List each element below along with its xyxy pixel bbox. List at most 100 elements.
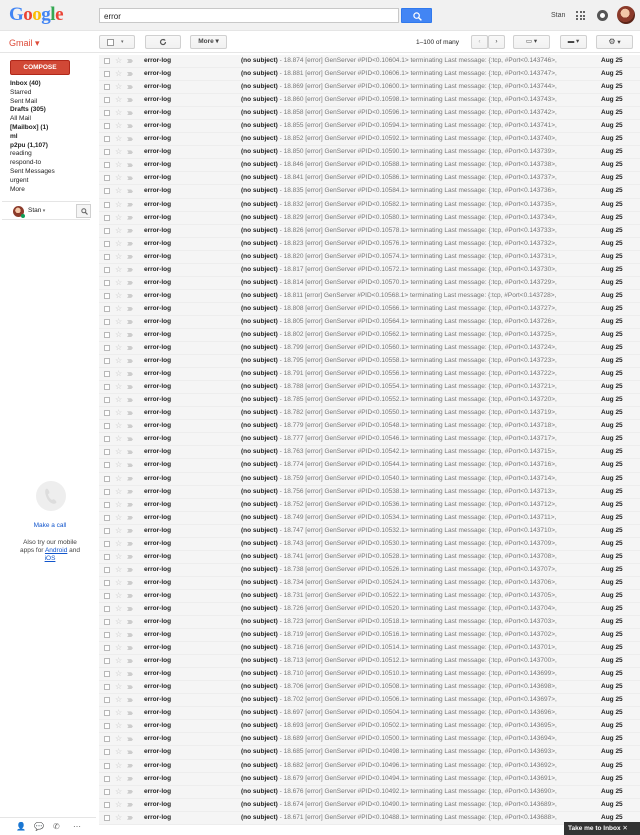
importance-marker-icon[interactable] — [127, 346, 133, 351]
row-checkbox[interactable] — [104, 123, 110, 130]
importance-marker-icon[interactable] — [127, 802, 133, 807]
row-checkbox[interactable] — [104, 436, 110, 443]
star-icon[interactable]: ☆ — [115, 303, 122, 315]
sidebar-label-item[interactable]: All Mail — [10, 115, 94, 124]
star-icon[interactable]: ☆ — [115, 707, 122, 719]
settings-button[interactable]: ⚙ ▾ — [596, 35, 633, 49]
row-checkbox[interactable] — [104, 175, 110, 182]
star-icon[interactable]: ☆ — [115, 133, 122, 145]
sidebar-label-item[interactable]: ▸[Mailbox] (1) — [10, 124, 94, 133]
row-checkbox[interactable] — [104, 266, 110, 273]
star-icon[interactable]: ☆ — [115, 238, 122, 250]
take-me-to-inbox-button[interactable]: Take me to Inbox — [564, 822, 640, 835]
row-checkbox[interactable] — [104, 645, 110, 652]
row-checkbox[interactable] — [104, 58, 110, 64]
importance-marker-icon[interactable] — [127, 567, 133, 572]
importance-marker-icon[interactable] — [127, 489, 133, 494]
row-checkbox[interactable] — [104, 345, 110, 352]
message-row[interactable]: ☆ error-log (no subject) - 18.850 [error] … — [99, 146, 640, 160]
importance-marker-icon[interactable] — [127, 763, 133, 768]
star-icon[interactable]: ☆ — [115, 251, 122, 263]
message-row[interactable]: ☆ error-log (no subject) - 18.869 [error] … — [99, 81, 640, 95]
message-row[interactable]: ☆ error-log (no subject) - 18.743 [error] … — [99, 537, 640, 551]
star-icon[interactable]: ☆ — [115, 368, 122, 380]
importance-marker-icon[interactable] — [127, 633, 133, 638]
message-row[interactable]: ☆ error-log (no subject) - 18.860 [error] … — [99, 94, 640, 108]
star-icon[interactable]: ☆ — [115, 355, 122, 367]
message-row[interactable]: ☆ error-log (no subject) - 18.723 [error] … — [99, 616, 640, 630]
star-icon[interactable]: ☆ — [115, 212, 122, 224]
star-icon[interactable]: ☆ — [115, 629, 122, 641]
message-row[interactable]: ☆ error-log (no subject) - 18.791 [error] … — [99, 368, 640, 382]
star-icon[interactable]: ☆ — [115, 733, 122, 745]
message-row[interactable]: ☆ error-log (no subject) - 18.734 [error] … — [99, 576, 640, 590]
sidebar-label-item[interactable]: ▸ml — [10, 133, 94, 142]
star-icon[interactable]: ☆ — [115, 577, 122, 589]
sidebar-label-item[interactable]: reading — [10, 150, 94, 159]
row-checkbox[interactable] — [104, 671, 110, 678]
message-row[interactable]: ☆ error-log (no subject) - 18.774 [error] … — [99, 459, 640, 473]
importance-marker-icon[interactable] — [127, 85, 133, 90]
row-checkbox[interactable] — [104, 371, 110, 378]
importance-marker-icon[interactable] — [127, 737, 133, 742]
star-icon[interactable]: ☆ — [115, 68, 122, 80]
importance-marker-icon[interactable] — [127, 293, 133, 298]
importance-marker-icon[interactable] — [127, 306, 133, 311]
star-icon[interactable]: ☆ — [115, 773, 122, 785]
message-row[interactable]: ☆ error-log (no subject) - 18.805 [error] … — [99, 315, 640, 329]
row-checkbox[interactable] — [104, 736, 110, 743]
star-icon[interactable]: ☆ — [115, 316, 122, 328]
row-checkbox[interactable] — [104, 475, 110, 482]
person-icon[interactable]: 👤 — [16, 822, 26, 831]
importance-marker-icon[interactable] — [127, 724, 133, 729]
importance-marker-icon[interactable] — [127, 254, 133, 259]
message-row[interactable]: ☆ error-log (no subject) - 18.682 [error] … — [99, 759, 640, 773]
phone-call-icon[interactable]: ✆ — [53, 822, 60, 831]
row-checkbox[interactable] — [104, 253, 110, 260]
notifications-icon[interactable] — [597, 10, 608, 21]
star-icon[interactable]: ☆ — [115, 407, 122, 419]
compose-button[interactable]: COMPOSE — [10, 60, 70, 75]
message-row[interactable]: ☆ error-log (no subject) - 18.759 [error] … — [99, 472, 640, 486]
message-row[interactable]: ☆ error-log (no subject) - 18.846 [error] … — [99, 159, 640, 173]
row-checkbox[interactable] — [104, 423, 110, 430]
importance-marker-icon[interactable] — [127, 580, 133, 585]
importance-marker-icon[interactable] — [127, 620, 133, 625]
star-icon[interactable]: ☆ — [115, 225, 122, 237]
row-checkbox[interactable] — [104, 619, 110, 626]
chat-search-button[interactable] — [76, 204, 91, 218]
star-icon[interactable]: ☆ — [115, 329, 122, 341]
star-icon[interactable]: ☆ — [115, 433, 122, 445]
row-checkbox[interactable] — [104, 605, 110, 612]
row-checkbox[interactable] — [104, 292, 110, 299]
message-row[interactable]: ☆ error-log (no subject) - 18.874 [error] … — [99, 55, 640, 69]
star-icon[interactable]: ☆ — [115, 486, 122, 498]
row-checkbox[interactable] — [104, 358, 110, 365]
importance-marker-icon[interactable] — [127, 241, 133, 246]
message-row[interactable]: ☆ error-log (no subject) - 18.716 [error] … — [99, 642, 640, 656]
make-call-link[interactable]: Make a call — [0, 522, 100, 529]
star-icon[interactable]: ☆ — [115, 655, 122, 667]
importance-marker-icon[interactable] — [127, 685, 133, 690]
row-checkbox[interactable] — [104, 84, 110, 91]
message-row[interactable]: ☆ error-log (no subject) - 18.702 [error] … — [99, 694, 640, 708]
message-row[interactable]: ☆ error-log (no subject) - 18.802 [error] … — [99, 328, 640, 343]
search-button[interactable] — [401, 8, 432, 23]
star-icon[interactable]: ☆ — [115, 420, 122, 432]
importance-marker-icon[interactable] — [127, 450, 133, 455]
importance-marker-icon[interactable] — [127, 202, 133, 207]
sidebar-label-item[interactable]: p2pu (1,107) — [10, 142, 94, 151]
message-row[interactable]: ☆ error-log (no subject) - 18.777 [error] … — [99, 433, 640, 447]
message-row[interactable]: ☆ error-log (no subject) - 18.671 [error] … — [99, 811, 640, 825]
message-row[interactable]: ☆ error-log (no subject) - 18.823 [error] … — [99, 237, 640, 251]
importance-marker-icon[interactable] — [127, 280, 133, 285]
importance-marker-icon[interactable] — [127, 659, 133, 664]
star-icon[interactable]: ☆ — [115, 746, 122, 758]
row-checkbox[interactable] — [104, 201, 110, 208]
star-icon[interactable]: ☆ — [115, 120, 122, 132]
row-checkbox[interactable] — [104, 318, 110, 325]
message-row[interactable]: ☆ error-log (no subject) - 18.814 [error] … — [99, 276, 640, 290]
message-row[interactable]: ☆ error-log (no subject) - 18.752 [error] … — [99, 498, 640, 512]
message-row[interactable]: ☆ error-log (no subject) - 18.763 [error] … — [99, 446, 640, 460]
row-checkbox[interactable] — [104, 762, 110, 769]
